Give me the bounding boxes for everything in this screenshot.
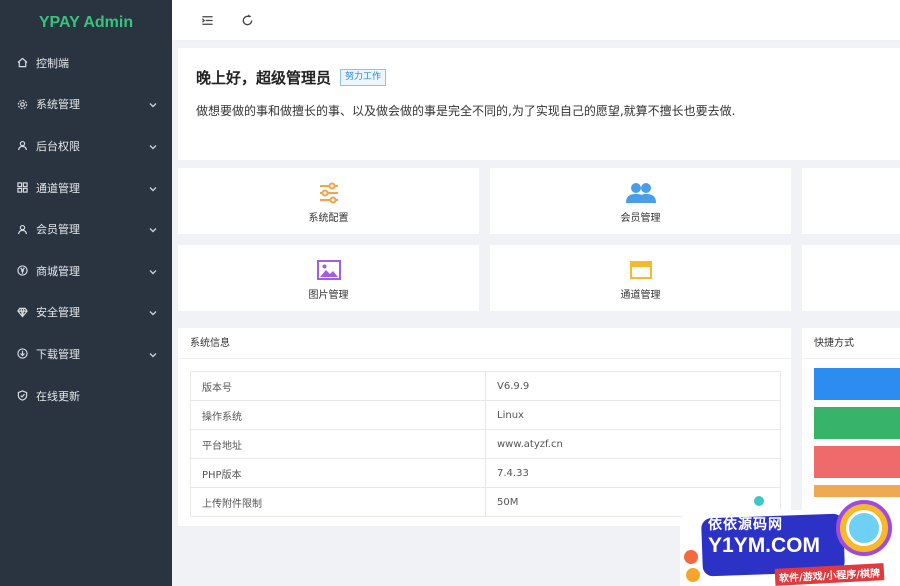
user-icon [16,223,28,235]
tile-channel-management[interactable]: 通道管理 [490,245,791,311]
chevron-down-icon [148,224,158,234]
sliders-icon [317,182,341,204]
tile-image-management[interactable]: 图片管理 [178,245,479,311]
tile-partial[interactable] [802,168,900,234]
sidebar-item-security[interactable]: 安全管理 [0,292,172,334]
sidebar-item-label: 在线更新 [36,389,80,403]
table-row: 版本号 V6.9.9 [190,371,781,401]
sidebar-item-label: 通道管理 [36,181,80,195]
diamond-icon [16,306,28,318]
sidebar-item-dashboard[interactable]: 控制端 [0,42,172,84]
tile-label: 图片管理 [308,290,349,301]
info-key: 上传附件限制 [190,487,486,517]
yen-icon [16,265,28,277]
sidebar: YPAY Admin 控制端 系统管理 后台权限 通道管理 会员管理 商城管理 … [0,0,172,586]
tile-label: 系统配置 [308,213,349,224]
users-icon [625,182,656,204]
watermark: 依依源码网 Y1YM.COM 软件/游戏/小程序/棋牌 [680,494,900,586]
info-value: www.atyzf.cn [485,429,781,459]
info-key: 版本号 [190,371,486,401]
sidebar-item-system[interactable]: 系统管理 [0,84,172,126]
table-row: 操作系统 Linux [190,400,781,430]
chevron-down-icon [148,183,158,193]
chevron-down-icon [148,99,158,109]
decor-dot [684,550,698,564]
magnifier-lens [846,510,882,546]
sidebar-item-label: 控制端 [36,56,69,70]
sidebar-item-label: 安全管理 [36,306,80,320]
chevron-down-icon [148,141,158,151]
app-logo[interactable]: YPAY Admin [0,0,172,46]
panel-title: 系统信息 [178,328,791,359]
decor-dot [686,568,700,582]
gear-icon [16,98,28,110]
welcome-card: 晚上好，超级管理员 努力工作 做想要做的事和做擅长的事、以及做会做的事是完全不同… [178,48,900,160]
sidebar-item-label: 后台权限 [36,139,80,153]
sidebar-item-members[interactable]: 会员管理 [0,208,172,250]
image-icon [316,259,341,281]
refresh-icon[interactable] [239,12,255,28]
topbar [172,0,900,41]
info-value: Linux [485,400,781,430]
info-key: 操作系统 [190,400,486,430]
motto-text: 做想要做的事和做擅长的事、以及做会做的事是完全不同的,为了实现自己的愿望,就算不… [196,104,736,118]
table-row: PHP版本 7.4.33 [190,458,781,488]
panel-title: 快捷方式 [802,328,900,359]
quick-button-red[interactable] [814,446,900,478]
quick-button-blue[interactable] [814,368,900,400]
watermark-domain: Y1YM.COM [708,534,821,557]
sidebar-item-label: 下载管理 [36,347,80,361]
user-icon [16,140,28,152]
info-value: 7.4.33 [485,458,781,488]
tile-member-management[interactable]: 会员管理 [490,168,791,234]
watermark-title: 依依源码网 [708,516,783,532]
sidebar-item-label: 会员管理 [36,223,80,237]
table-row: 平台地址 www.atyzf.cn [190,429,781,459]
decor-dot [754,496,764,506]
sidebar-item-download[interactable]: 下载管理 [0,333,172,375]
chevron-down-icon [148,349,158,359]
greeting-title: 晚上好，超级管理员 [196,69,332,87]
quick-button-green[interactable] [814,407,900,439]
tile-label: 会员管理 [620,213,661,224]
home-icon [16,57,28,69]
chevron-down-icon [148,307,158,317]
sidebar-item-label: 商城管理 [36,264,80,278]
info-key: PHP版本 [190,458,486,488]
sidebar-menu: 控制端 系统管理 后台权限 通道管理 会员管理 商城管理 安全管理 下载管理 在… [0,42,172,416]
sidebar-item-admin-permission[interactable]: 后台权限 [0,125,172,167]
apps-icon [16,182,28,194]
tile-label: 通道管理 [620,290,661,301]
info-key: 平台地址 [190,429,486,459]
info-value: V6.9.9 [485,371,781,401]
sidebar-item-channel[interactable]: 通道管理 [0,167,172,209]
menu-fold-icon[interactable] [199,12,215,28]
tile-system-config[interactable]: 系统配置 [178,168,479,234]
sidebar-item-mall[interactable]: 商城管理 [0,250,172,292]
sidebar-item-label: 系统管理 [36,98,80,112]
tile-partial[interactable] [802,245,900,311]
chevron-down-icon [148,266,158,276]
download-icon [16,348,28,360]
status-badge: 努力工作 [340,69,387,86]
shield-icon [16,390,28,402]
sidebar-item-online-update[interactable]: 在线更新 [0,375,172,417]
window-icon [629,259,653,281]
